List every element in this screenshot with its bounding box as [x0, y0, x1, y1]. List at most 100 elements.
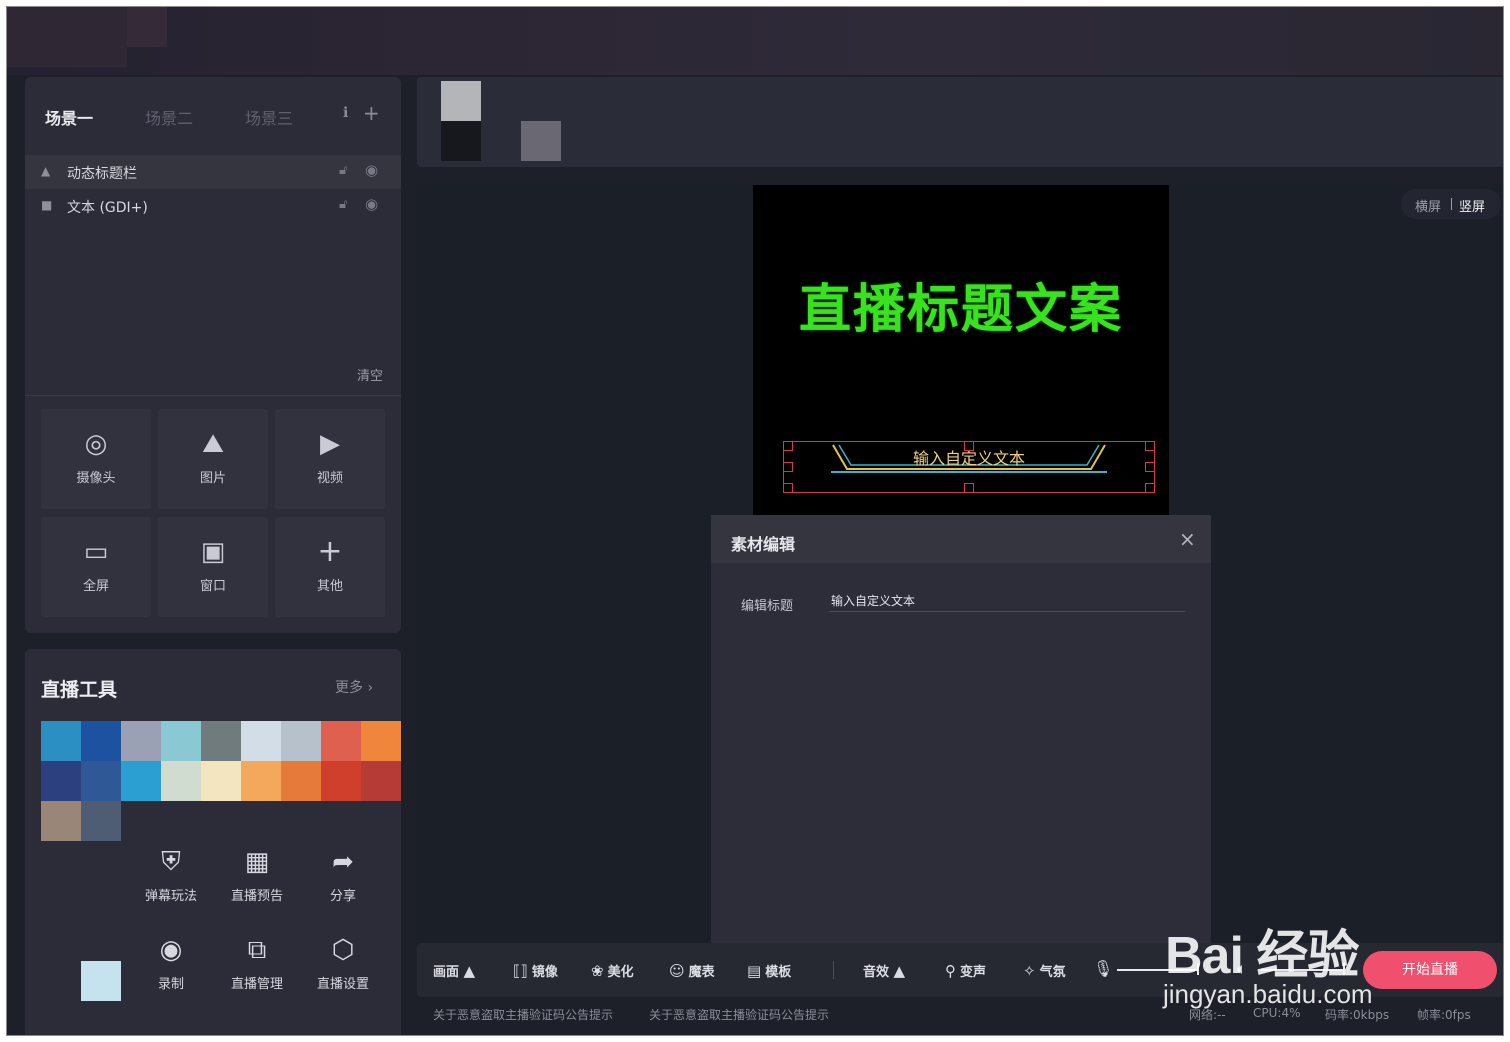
caret-up-icon: ▲	[463, 962, 476, 980]
emoji-button[interactable]: ☺ 魔表	[669, 961, 715, 980]
resize-handle[interactable]	[783, 483, 793, 493]
camera-icon: ◎	[84, 429, 108, 459]
resize-handle[interactable]	[964, 483, 974, 493]
template-button[interactable]: ▤ 模板	[747, 961, 791, 980]
source-item[interactable]: ■ 文本 (GDI+) 🔓︎ ◉	[25, 189, 401, 223]
source-label: 文本 (GDI+)	[67, 200, 148, 216]
blurred-region	[127, 7, 167, 47]
live-title-text[interactable]: 直播标题文案	[753, 267, 1169, 342]
resize-handle[interactable]	[783, 462, 793, 472]
danmaku-play-tool[interactable]: ⛨ 弹幕玩法	[131, 845, 211, 904]
divider	[1451, 198, 1452, 210]
more-link[interactable]: 更多 ›	[335, 677, 373, 697]
clear-button[interactable]: 清空	[357, 365, 383, 384]
add-camera-button[interactable]: ◎ 摄像头	[41, 409, 151, 509]
button-label: 模板	[765, 965, 792, 980]
info-icon[interactable]: ℹ	[343, 105, 348, 121]
button-label: 其他	[316, 579, 343, 594]
window-icon: ▣	[200, 537, 226, 567]
shield-icon: ⛨	[161, 847, 181, 877]
add-other-button[interactable]: + 其他	[275, 517, 385, 617]
mirror-icon: ⟦⟧	[513, 962, 528, 980]
button-label: 视频	[316, 471, 343, 486]
resize-handle[interactable]	[783, 441, 793, 451]
tool-label: 分享	[329, 889, 356, 904]
live-settings-tool[interactable]: ⬡ 直播设置	[303, 933, 383, 992]
canvas-menu-button[interactable]: 画面 ▲	[433, 961, 479, 980]
tab-scene-3[interactable]: 场景三	[245, 105, 293, 129]
gear-icon: ⬡	[331, 935, 355, 965]
tools-title: 直播工具	[41, 679, 118, 701]
button-label: 魔表	[688, 965, 715, 980]
portrait-option[interactable]: 竖屏	[1459, 196, 1485, 215]
landscape-option[interactable]: 横屏	[1415, 196, 1441, 215]
tool-label: 弹幕玩法	[144, 889, 197, 904]
tool-label: 直播预告	[230, 889, 283, 904]
scene-tabs: 场景一 场景二 场景三 ℹ +	[25, 77, 401, 149]
atmosphere-button[interactable]: ✧ 气氛	[1023, 961, 1066, 980]
lock-icon[interactable]: 🔓︎	[339, 163, 347, 178]
share-tool[interactable]: ➦ 分享	[303, 845, 383, 904]
lock-icon[interactable]: 🔓︎	[339, 197, 347, 212]
blurred-region	[441, 81, 481, 121]
monitor-icon: ▭	[83, 537, 109, 567]
baidu-watermark: Bai 经验 jingyan.baidu.com	[1159, 883, 1459, 1013]
blurred-region	[441, 121, 481, 161]
resize-handle[interactable]	[1145, 462, 1155, 472]
notice-link[interactable]: 关于恶意盗取主播验证码公告提示	[433, 1006, 613, 1023]
button-label: 全屏	[82, 579, 109, 594]
add-window-button[interactable]: ▣ 窗口	[158, 517, 268, 617]
resize-handle[interactable]	[1145, 441, 1155, 451]
title-bar	[7, 7, 1503, 75]
microphone-icon[interactable]: 🎙︎	[1093, 959, 1113, 978]
add-image-button[interactable]: ⛰︎ 图片	[158, 409, 268, 509]
live-preview-tool[interactable]: ▦ 直播预告	[217, 845, 297, 904]
beauty-icon: ❀	[591, 962, 604, 980]
material-edit-dialog: 素材编辑 × 编辑标题	[711, 515, 1211, 945]
button-label: 音效	[863, 965, 890, 980]
mirror-button[interactable]: ⟦⟧ 镜像	[513, 961, 558, 980]
tool-label: 直播管理	[230, 977, 283, 992]
add-fullscreen-button[interactable]: ▭ 全屏	[41, 517, 151, 617]
notice-link[interactable]: 关于恶意盗取主播验证码公告提示	[649, 1006, 829, 1023]
eye-icon[interactable]: ◉	[365, 161, 378, 179]
resize-handle[interactable]	[1145, 483, 1155, 493]
voice-change-button[interactable]: ⚲ 变声	[945, 961, 986, 980]
divider	[25, 395, 401, 396]
selection-box[interactable]	[783, 441, 1155, 493]
plus-icon: +	[317, 534, 343, 569]
beauty-button[interactable]: ❀ 美化	[591, 961, 634, 980]
dialog-header: 素材编辑 ×	[711, 515, 1211, 563]
smile-icon: ☺	[669, 962, 685, 980]
image-icon: ▲	[41, 164, 51, 178]
search-voice-icon: ⚲	[945, 962, 956, 980]
add-scene-icon[interactable]: +	[363, 101, 380, 125]
app-window: 场景一 场景二 场景三 ℹ + ▲ 动态标题栏 🔓︎ ◉ ■ 文本 (GDI+)…	[6, 6, 1504, 1036]
sound-fx-menu-button[interactable]: 音效 ▲	[863, 961, 909, 980]
text-icon: ■	[41, 198, 53, 212]
preview-canvas[interactable]: 直播标题文案 输入自定义文本	[753, 185, 1169, 515]
blurred-region	[7, 7, 127, 67]
caret-up-icon: ▲	[893, 962, 906, 980]
edit-title-label: 编辑标题	[741, 599, 794, 614]
source-item[interactable]: ▲ 动态标题栏 🔓︎ ◉	[25, 155, 401, 189]
picture-icon: ⛰︎	[202, 429, 224, 459]
top-banner-strip	[417, 77, 1503, 167]
live-tools-panel: 直播工具 更多 › ⛨ 弹幕玩法 ▦ 直播预告 ➦ 分享 ◉ 录制 ⧉ 直播管理…	[25, 649, 401, 1035]
share-icon: ➦	[332, 847, 354, 877]
calendar-icon: ▦	[244, 847, 270, 877]
add-video-button[interactable]: ▶︎ 视频	[275, 409, 385, 509]
tool-label: 直播设置	[316, 977, 369, 992]
tool-label: 录制	[157, 977, 184, 992]
button-label: 美化	[607, 965, 634, 980]
record-tool[interactable]: ◉ 录制	[131, 933, 211, 992]
button-label: 摄像头	[76, 471, 116, 486]
eye-icon[interactable]: ◉	[365, 195, 378, 213]
tab-scene-2[interactable]: 场景二	[145, 105, 193, 129]
resize-handle[interactable]	[964, 441, 974, 451]
edit-title-input[interactable]	[829, 589, 1185, 612]
close-icon[interactable]: ×	[1179, 527, 1196, 551]
source-label: 动态标题栏	[67, 166, 137, 182]
tab-scene-1[interactable]: 场景一	[45, 105, 93, 129]
live-manage-tool[interactable]: ⧉ 直播管理	[217, 933, 297, 992]
